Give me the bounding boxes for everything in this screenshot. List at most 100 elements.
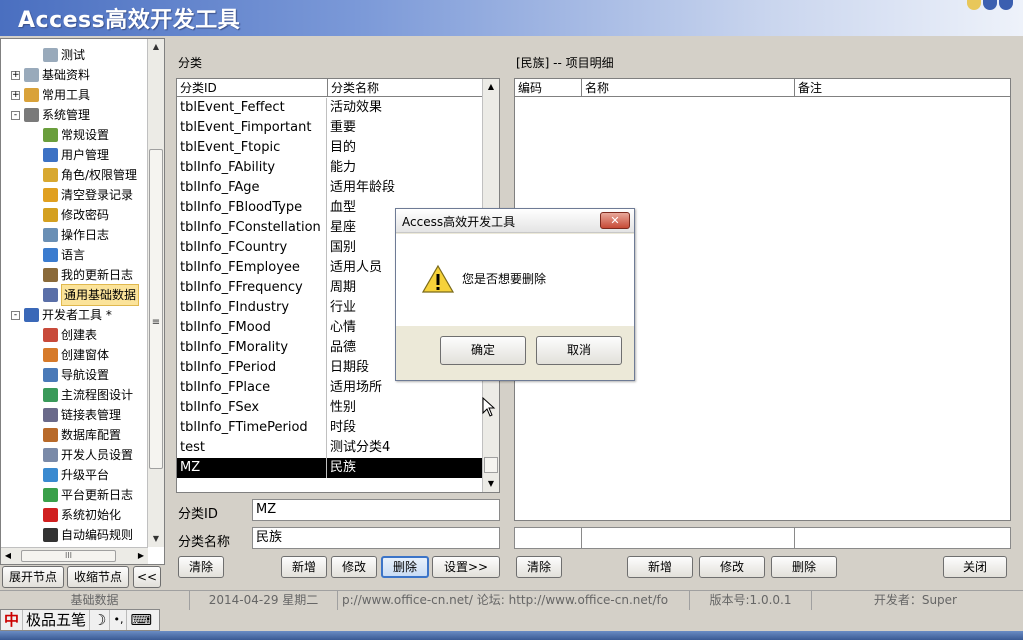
detail-delete-button[interactable]: 删除 bbox=[771, 556, 837, 578]
sidebar-item-18[interactable]: 链接表管理 bbox=[43, 405, 121, 425]
expand-nodes-button[interactable]: 展开节点 bbox=[2, 566, 64, 588]
dialog-close-button[interactable]: ✕ bbox=[600, 212, 630, 229]
table-row[interactable]: test 测试分类4 bbox=[177, 438, 483, 458]
cell-category-name: 能力 bbox=[330, 160, 357, 175]
hscroll-thumb[interactable]: III bbox=[21, 550, 116, 562]
ime-moon-icon[interactable]: ☽ bbox=[90, 610, 111, 630]
sidebar-item-17[interactable]: 主流程图设计 bbox=[43, 385, 133, 405]
table-row[interactable]: tblEvent_Feffect 活动效果 bbox=[177, 98, 483, 118]
collapse-nodes-button[interactable]: 收缩节点 bbox=[67, 566, 129, 588]
category-grid-header: 分类ID 分类名称 bbox=[177, 79, 499, 97]
ime-logo-icon[interactable]: 中 bbox=[1, 610, 24, 630]
column-header-name[interactable]: 分类名称 bbox=[328, 79, 484, 96]
sidebar-item-11[interactable]: 我的更新日志 bbox=[43, 265, 133, 285]
sidebar-item-13[interactable]: - 开发者工具 * bbox=[11, 305, 112, 325]
lock-icon bbox=[43, 168, 58, 182]
page-icon bbox=[24, 68, 39, 82]
dialog-title-bar[interactable]: Access高效开发工具 ✕ bbox=[396, 209, 634, 233]
category-name-field[interactable]: 民族 bbox=[252, 527, 500, 549]
table-row[interactable]: tblEvent_Ftopic 目的 bbox=[177, 138, 483, 158]
sidebar-item-16[interactable]: 导航设置 bbox=[43, 365, 109, 385]
ime-name[interactable]: 极品五笔 bbox=[23, 610, 91, 630]
column-header-id[interactable]: 分类ID bbox=[177, 79, 328, 96]
table-row[interactable]: tblInfo_FAge 适用年龄段 bbox=[177, 178, 483, 198]
sidebar-item-5[interactable]: 用户管理 bbox=[43, 145, 109, 165]
cell-category-name: 重要 bbox=[330, 120, 357, 135]
sidebar-item-2[interactable]: + 常用工具 bbox=[11, 85, 90, 105]
sidebar-horizontal-scrollbar[interactable]: ◀ III ▶ bbox=[1, 547, 148, 564]
sidebar-item-21[interactable]: 升级平台 bbox=[43, 465, 109, 485]
scroll-left-arrow-icon[interactable]: ◀ bbox=[1, 548, 15, 564]
column-header-remark[interactable]: 备注 bbox=[795, 79, 1010, 96]
sidebar-item-22[interactable]: 平台更新日志 bbox=[43, 485, 133, 505]
table-row[interactable]: MZ 民族 bbox=[177, 458, 483, 478]
category-edit-button[interactable]: 修改 bbox=[331, 556, 377, 578]
grid-scroll-down-icon[interactable]: ▼ bbox=[483, 476, 499, 492]
column-header-detail-name[interactable]: 名称 bbox=[582, 79, 795, 96]
detail-name-field[interactable] bbox=[581, 527, 795, 549]
sidebar-vertical-scrollbar[interactable]: ▲ ≡ ▼ bbox=[147, 39, 164, 547]
info-icon-2[interactable] bbox=[999, 0, 1013, 10]
table-row[interactable]: tblEvent_Fimportant 重要 bbox=[177, 118, 483, 138]
scroll-thumb[interactable] bbox=[149, 149, 163, 469]
category-id-field[interactable]: MZ bbox=[252, 499, 500, 521]
category-clear-button[interactable]: 清除 bbox=[178, 556, 224, 578]
info-icon[interactable] bbox=[983, 0, 997, 10]
column-header-code[interactable]: 编码 bbox=[515, 79, 582, 96]
detail-code-field[interactable] bbox=[514, 527, 582, 549]
category-add-button[interactable]: 新增 bbox=[281, 556, 327, 578]
sidebar-item-12[interactable]: 通用基础数据 bbox=[43, 284, 140, 306]
ime-punct-icon[interactable]: •, bbox=[110, 610, 128, 630]
category-id-label: 分类ID bbox=[178, 507, 218, 522]
sidebar-item-0[interactable]: 测试 bbox=[43, 45, 85, 65]
table-row[interactable]: tblInfo_FAbility 能力 bbox=[177, 158, 483, 178]
tree-expander-icon[interactable]: + bbox=[11, 90, 20, 100]
tree-expander-icon[interactable]: - bbox=[11, 110, 20, 120]
sidebar-item-15[interactable]: 创建窗体 bbox=[43, 345, 109, 365]
detail-close-button[interactable]: 关闭 bbox=[943, 556, 1007, 578]
sidebar-item-23[interactable]: 系统初始化 bbox=[43, 505, 121, 525]
cell-category-name: 性别 bbox=[330, 400, 357, 415]
sidebar-item-label: 数据库配置 bbox=[61, 428, 122, 442]
table-row[interactable]: tblInfo_FTimePeriod 时段 bbox=[177, 418, 483, 438]
magnifier-icon bbox=[43, 228, 58, 242]
sidebar-item-20[interactable]: 开发人员设置 bbox=[43, 445, 133, 465]
sidebar-item-10[interactable]: 语言 bbox=[43, 245, 85, 265]
category-delete-button[interactable]: 删除 bbox=[381, 556, 429, 578]
data-icon bbox=[43, 288, 58, 302]
sidebar-item-8[interactable]: 修改密码 bbox=[43, 205, 109, 225]
grid-scroll-thumb[interactable] bbox=[484, 457, 498, 473]
category-settings-button[interactable]: 设置>> bbox=[432, 556, 500, 578]
sidebar-item-1[interactable]: + 基础资料 bbox=[11, 65, 90, 85]
cell-category-id: tblInfo_FEmployee bbox=[177, 258, 327, 278]
sidebar-item-14[interactable]: 创建表 bbox=[43, 325, 97, 345]
sidebar-item-7[interactable]: 清空登录记录 bbox=[43, 185, 133, 205]
dialog-cancel-button[interactable]: 取消 bbox=[536, 336, 622, 365]
detail-edit-button[interactable]: 修改 bbox=[699, 556, 765, 578]
sidebar-item-9[interactable]: 操作日志 bbox=[43, 225, 109, 245]
sidebar-item-24[interactable]: 自动编码规则 bbox=[43, 525, 133, 545]
scroll-right-arrow-icon[interactable]: ▶ bbox=[134, 548, 148, 564]
clear-icon bbox=[43, 188, 58, 202]
sidebar-item-3[interactable]: - 系统管理 bbox=[11, 105, 90, 125]
table-row[interactable]: tblInfo_FSex 性别 bbox=[177, 398, 483, 418]
tree-expander-icon[interactable]: + bbox=[11, 70, 20, 80]
scroll-up-arrow-icon[interactable]: ▲ bbox=[148, 39, 164, 55]
detail-add-button[interactable]: 新增 bbox=[627, 556, 693, 578]
sidebar-item-19[interactable]: 数据库配置 bbox=[43, 425, 121, 445]
sidebar-item-4[interactable]: 常规设置 bbox=[43, 125, 109, 145]
cell-category-id: tblInfo_FPlace bbox=[177, 378, 327, 398]
detail-remark-field[interactable] bbox=[794, 527, 1011, 549]
toggle-sidebar-button[interactable]: << bbox=[133, 566, 161, 588]
grid-scroll-up-icon[interactable]: ▲ bbox=[483, 79, 499, 95]
dialog-ok-button[interactable]: 确定 bbox=[440, 336, 526, 365]
ime-toolbar[interactable]: 中 极品五笔 ☽ •, ⌨ bbox=[0, 609, 160, 631]
ime-keyboard-icon[interactable]: ⌨ bbox=[127, 610, 155, 630]
tree-expander-icon[interactable]: - bbox=[11, 310, 20, 320]
scroll-down-arrow-icon[interactable]: ▼ bbox=[148, 531, 164, 547]
detail-clear-button[interactable]: 清除 bbox=[516, 556, 562, 578]
sidebar-item-6[interactable]: 角色/权限管理 bbox=[43, 165, 137, 185]
help-tray-icon[interactable] bbox=[967, 0, 981, 10]
table-row[interactable]: tblInfo_FPlace 适用场所 bbox=[177, 378, 483, 398]
form-icon bbox=[43, 348, 58, 362]
